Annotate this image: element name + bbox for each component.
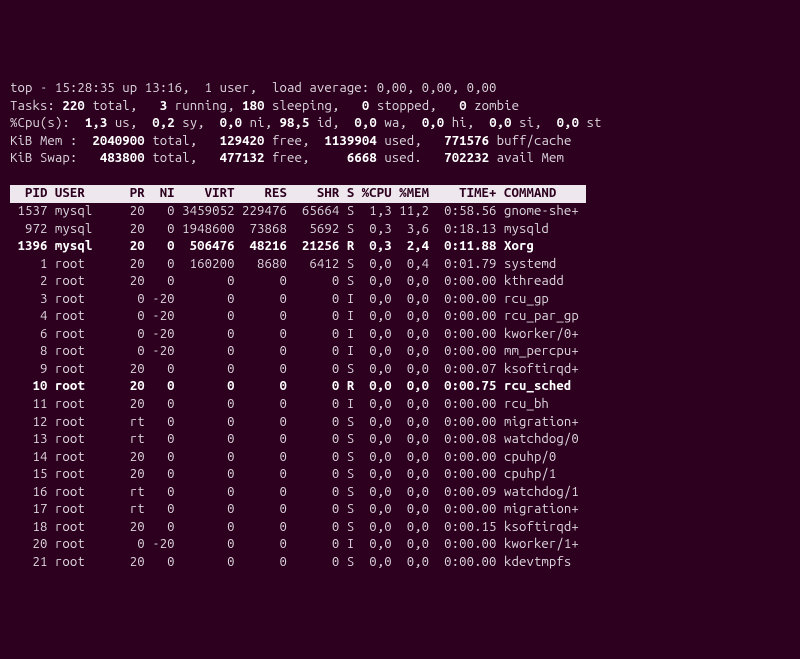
summary-line-tasks: Tasks: 220 total, 3 running, 180 sleepin… <box>10 98 790 116</box>
process-row[interactable]: 10 root 20 0 0 0 0 R 0,0 0,0 0:00.75 rcu… <box>10 378 790 396</box>
summary-line-uptime: top - 15:28:35 up 13:16, 1 user, load av… <box>10 80 790 98</box>
process-row[interactable]: 13 root rt 0 0 0 0 S 0,0 0,0 0:00.08 wat… <box>10 431 790 449</box>
process-row[interactable]: 1396 mysql 20 0 506476 48216 21256 R 0,3… <box>10 238 790 256</box>
process-row[interactable]: 2 root 20 0 0 0 0 S 0,0 0,0 0:00.00 kthr… <box>10 273 790 291</box>
summary-line-mem: KiB Mem : 2040900 total, 129420 free, 11… <box>10 133 790 151</box>
process-row[interactable]: 21 root 20 0 0 0 0 S 0,0 0,0 0:00.00 kde… <box>10 554 790 572</box>
process-row[interactable]: 14 root 20 0 0 0 0 S 0,0 0,0 0:00.00 cpu… <box>10 449 790 467</box>
process-row[interactable]: 3 root 0 -20 0 0 0 I 0,0 0,0 0:00.00 rcu… <box>10 291 790 309</box>
process-row[interactable]: 972 mysql 20 0 1948600 73868 5692 S 0,3 … <box>10 221 790 239</box>
process-row[interactable]: 8 root 0 -20 0 0 0 I 0,0 0,0 0:00.00 mm_… <box>10 343 790 361</box>
process-row[interactable]: 11 root 20 0 0 0 0 I 0,0 0,0 0:00.00 rcu… <box>10 396 790 414</box>
process-row[interactable]: 18 root 20 0 0 0 0 S 0,0 0,0 0:00.15 kso… <box>10 519 790 537</box>
column-header: PID USER PR NI VIRT RES SHR S %CPU %MEM … <box>10 185 790 203</box>
process-row[interactable]: 16 root rt 0 0 0 0 S 0,0 0,0 0:00.09 wat… <box>10 484 790 502</box>
blank-line <box>10 168 790 186</box>
summary-line-swap: KiB Swap: 483800 total, 477132 free, 666… <box>10 150 790 168</box>
process-row[interactable]: 1 root 20 0 160200 8680 6412 S 0,0 0,4 0… <box>10 256 790 274</box>
process-row[interactable]: 17 root rt 0 0 0 0 S 0,0 0,0 0:00.00 mig… <box>10 501 790 519</box>
process-row[interactable]: 12 root rt 0 0 0 0 S 0,0 0,0 0:00.00 mig… <box>10 414 790 432</box>
process-row[interactable]: 4 root 0 -20 0 0 0 I 0,0 0,0 0:00.00 rcu… <box>10 308 790 326</box>
process-row[interactable]: 9 root 20 0 0 0 0 S 0,0 0,0 0:00.07 ksof… <box>10 361 790 379</box>
summary-line-cpu: %Cpu(s): 1,3 us, 0,2 sy, 0,0 ni, 98,5 id… <box>10 115 790 133</box>
top-terminal[interactable]: top - 15:28:35 up 13:16, 1 user, load av… <box>10 80 790 571</box>
process-row[interactable]: 20 root 0 -20 0 0 0 I 0,0 0,0 0:00.00 kw… <box>10 536 790 554</box>
process-row[interactable]: 15 root 20 0 0 0 0 S 0,0 0,0 0:00.00 cpu… <box>10 466 790 484</box>
process-row[interactable]: 6 root 0 -20 0 0 0 I 0,0 0,0 0:00.00 kwo… <box>10 326 790 344</box>
process-row[interactable]: 1537 mysql 20 0 3459052 229476 65664 S 1… <box>10 203 790 221</box>
